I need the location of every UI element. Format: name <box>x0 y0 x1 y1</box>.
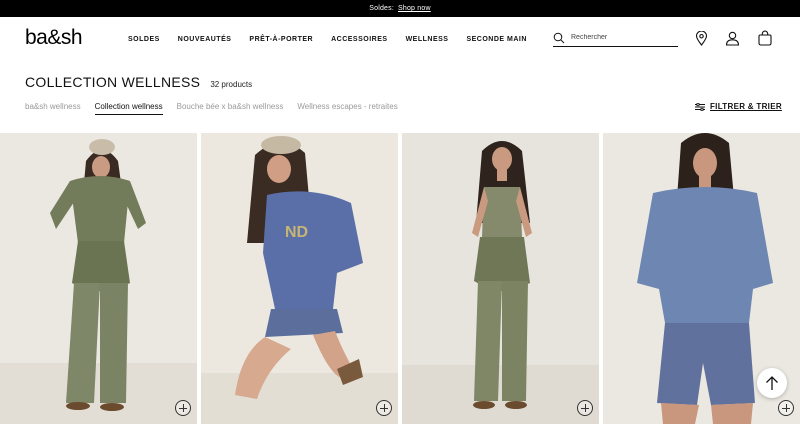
nav-item-soldes[interactable]: SOLDES <box>128 36 160 43</box>
scroll-to-top-button[interactable] <box>757 368 787 398</box>
nav-item-nouveautes[interactable]: NOUVEAUTÉS <box>178 36 232 43</box>
filter-sort-button[interactable]: FILTRER & TRIER <box>695 102 782 111</box>
filter-sort-label: FILTRER & TRIER <box>710 102 782 111</box>
collection-tabs: ba&sh wellness Collection wellness Bouch… <box>25 102 398 115</box>
quick-add-icon[interactable] <box>778 400 794 416</box>
product-count: 32 products <box>210 80 253 89</box>
nav-item-pret-a-porter[interactable]: PRÊT-À-PORTER <box>249 36 313 43</box>
product-image <box>402 133 599 424</box>
product-card[interactable] <box>402 133 599 424</box>
quick-add-icon[interactable] <box>175 400 191 416</box>
filter-icon <box>695 102 705 111</box>
product-card[interactable]: ND <box>201 133 398 424</box>
logo[interactable]: ba&sh <box>25 26 83 50</box>
search-icon[interactable] <box>553 32 565 44</box>
nav-item-accessoires[interactable]: ACCESSOIRES <box>331 36 387 43</box>
product-image <box>0 133 197 424</box>
svg-text:ND: ND <box>285 224 308 241</box>
tab-wellness-escapes[interactable]: Wellness escapes - retraites <box>297 102 397 115</box>
nav-item-seconde-main[interactable]: SECONDE MAIN <box>466 36 526 43</box>
search-input[interactable] <box>571 34 671 41</box>
promo-text: Soldes: <box>369 5 394 12</box>
tab-collection-wellness[interactable]: Collection wellness <box>94 102 163 115</box>
product-card[interactable] <box>0 133 197 424</box>
site-header: ba&sh SOLDES NOUVEAUTÉS PRÊT-À-PORTER AC… <box>0 17 800 61</box>
quick-add-icon[interactable] <box>577 400 593 416</box>
tab-bouche-bee[interactable]: Bouche bée x ba&sh wellness <box>177 102 284 115</box>
product-grid: ND <box>0 133 800 424</box>
main-nav: SOLDES NOUVEAUTÉS PRÊT-À-PORTER ACCESSOI… <box>128 36 527 43</box>
product-image: ND <box>201 133 398 424</box>
promo-bar: Soldes: Shop now <box>0 0 800 17</box>
promo-shop-now-link[interactable]: Shop now <box>398 5 431 12</box>
account-icon[interactable] <box>724 30 740 46</box>
bag-icon[interactable] <box>757 30 773 46</box>
search-bar <box>553 29 678 47</box>
nav-item-wellness[interactable]: WELLNESS <box>406 36 449 43</box>
tab-bash-wellness[interactable]: ba&sh wellness <box>25 102 81 115</box>
page-title: COLLECTION WELLNESS <box>25 74 201 90</box>
arrow-up-icon <box>766 376 778 390</box>
store-locator-icon[interactable] <box>693 30 709 46</box>
collection-heading: COLLECTION WELLNESS 32 products <box>25 74 252 90</box>
quick-add-icon[interactable] <box>376 400 392 416</box>
